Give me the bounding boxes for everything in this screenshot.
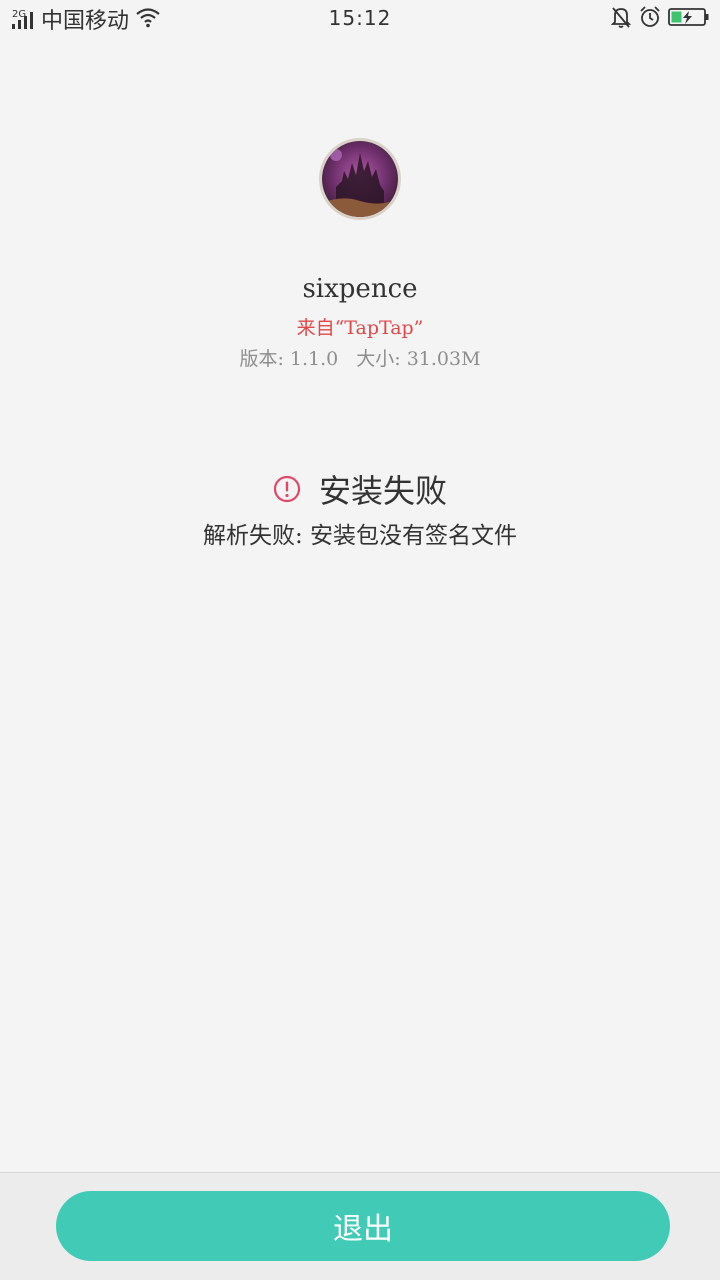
battery-charging-icon — [668, 6, 710, 32]
alarm-icon — [638, 5, 662, 33]
bottom-bar: 退出 — [0, 1172, 720, 1280]
status-right — [610, 5, 710, 33]
result-header: 安装失败 — [0, 466, 720, 512]
app-version: 版本: 1.1.0 — [239, 348, 339, 370]
install-result-screen: 2G 中国移动 15:12 sixpence 来自“TapTap” 版本: 1.… — [0, 0, 720, 1280]
app-name: sixpence — [302, 274, 418, 304]
app-meta: 版本: 1.1.0 大小: 31.03M — [0, 344, 720, 371]
app-source: 来自“TapTap” — [296, 317, 424, 339]
app-size: 大小: 31.03M — [356, 348, 481, 370]
mute-bell-icon — [610, 5, 632, 33]
status-bar: 2G 中国移动 15:12 — [0, 0, 720, 38]
app-icon — [319, 138, 401, 220]
result-title: 安装失败 — [318, 472, 447, 510]
alert-circle-icon — [273, 475, 301, 507]
exit-button[interactable]: 退出 — [56, 1191, 670, 1261]
result-detail: 解析失败: 安装包没有签名文件 — [202, 523, 518, 549]
